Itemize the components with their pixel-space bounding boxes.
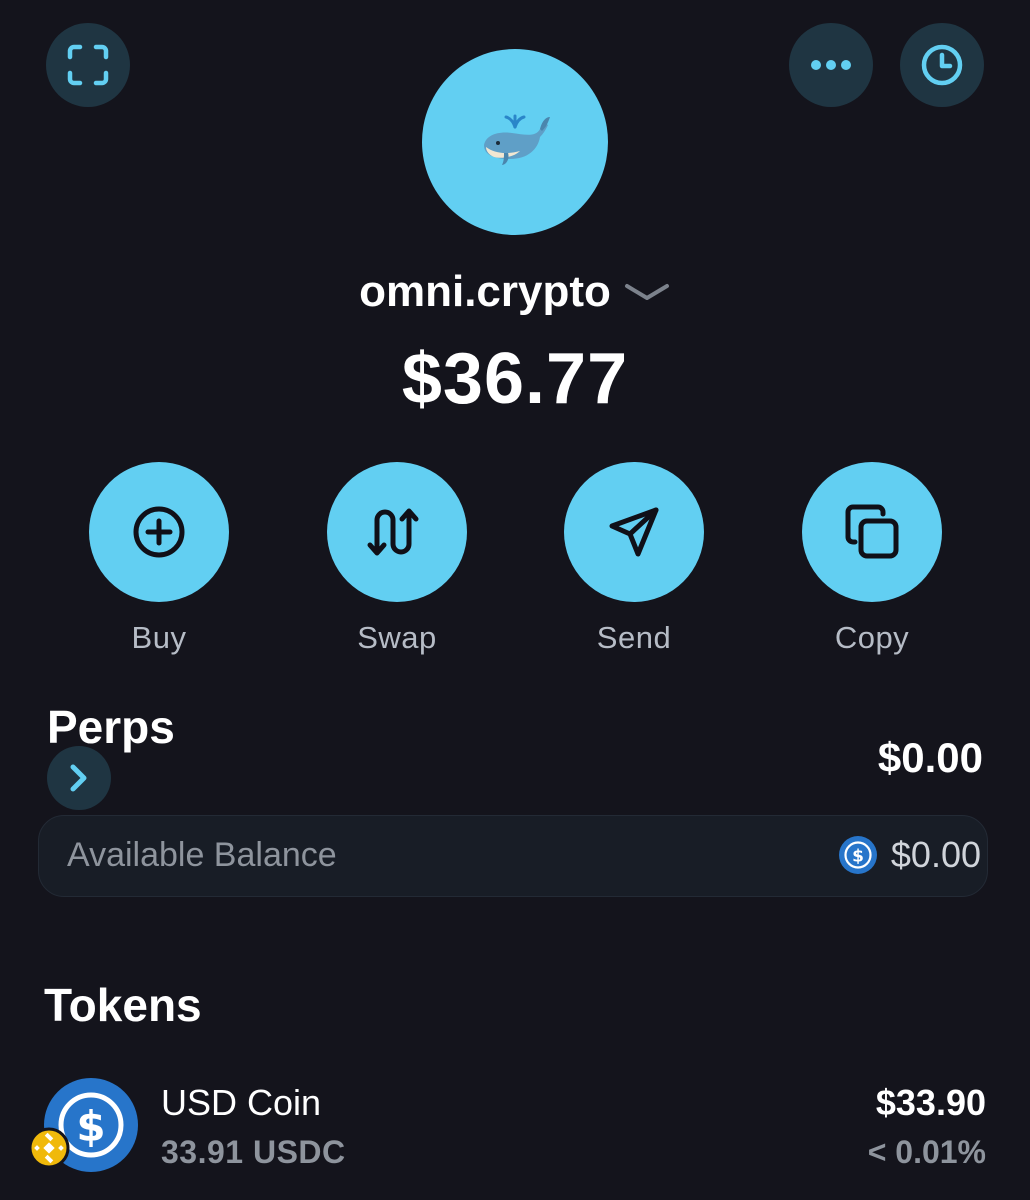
- total-balance: $36.77: [401, 339, 629, 419]
- token-value: $33.90: [875, 1082, 986, 1123]
- available-balance-value: $0.00: [890, 834, 981, 875]
- send-label: Send: [596, 620, 672, 655]
- token-row[interactable]: $ USD Coin 33.91 USDC $33.90 < 0.01%: [28, 1078, 986, 1178]
- tokens-title: Tokens: [44, 979, 202, 1031]
- buy-button[interactable]: [89, 462, 229, 602]
- copy-button[interactable]: [802, 462, 942, 602]
- wallet-screen: omni.crypto $36.77 Buy Swap Send Copy Pe…: [0, 0, 1030, 1200]
- more-button[interactable]: [789, 23, 873, 107]
- account-avatar[interactable]: [422, 49, 608, 235]
- whale-icon: [484, 114, 550, 165]
- clock-icon: [921, 44, 963, 86]
- send-button[interactable]: [564, 462, 704, 602]
- swap-action[interactable]: Swap: [327, 462, 467, 656]
- perps-title: Perps: [47, 701, 175, 753]
- usdc-icon: $: [838, 836, 877, 874]
- plus-circle-icon: [133, 506, 185, 558]
- buy-action[interactable]: Buy: [89, 462, 229, 656]
- send-icon: [609, 507, 659, 557]
- available-balance-card[interactable]: Available Balance $ $0.00: [38, 815, 988, 897]
- chevron-down-icon: [624, 284, 669, 300]
- account-name: omni.crypto: [359, 267, 611, 316]
- copy-icon: [845, 504, 899, 559]
- token-icon: $: [28, 1078, 138, 1172]
- account-selector[interactable]: omni.crypto: [0, 262, 1030, 322]
- scan-button[interactable]: [46, 23, 130, 107]
- scan-icon: [67, 44, 109, 86]
- token-change: < 0.01%: [867, 1134, 986, 1170]
- swap-button[interactable]: [327, 462, 467, 602]
- copy-label: Copy: [834, 620, 910, 655]
- available-balance-label: Available Balance: [67, 836, 337, 874]
- buy-label: Buy: [131, 620, 187, 655]
- copy-action[interactable]: Copy: [802, 462, 942, 656]
- swap-arrows-icon: [367, 508, 419, 556]
- bnb-chain-icon: [28, 1127, 70, 1169]
- perps-open-button[interactable]: [47, 746, 111, 810]
- svg-text:$: $: [76, 1102, 105, 1151]
- chevron-right-icon: [70, 764, 87, 792]
- perps-value: $0.00: [877, 734, 983, 781]
- svg-text:$: $: [852, 847, 864, 867]
- history-button[interactable]: [900, 23, 984, 107]
- send-action[interactable]: Send: [564, 462, 704, 656]
- available-balance-amount: $ $0.00: [838, 834, 981, 876]
- swap-label: Swap: [357, 620, 437, 655]
- token-name: USD Coin: [161, 1082, 322, 1123]
- token-amount: 33.91 USDC: [161, 1134, 346, 1170]
- more-icon: [811, 60, 851, 70]
